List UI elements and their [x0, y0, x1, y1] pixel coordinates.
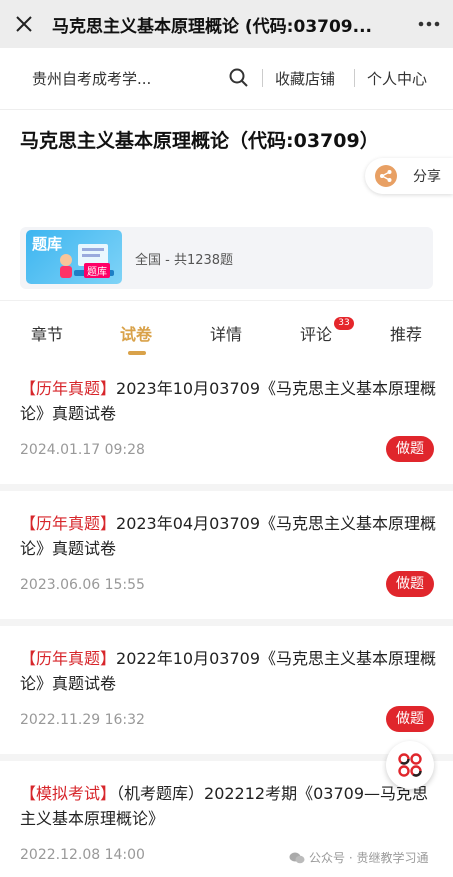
paper-date: 2024.01.17 09:28	[20, 442, 145, 458]
product-thumbnail: 题库 题库	[26, 230, 122, 284]
tab-comments[interactable]: 评论	[300, 321, 332, 345]
search-icon[interactable]	[228, 67, 250, 89]
shop-name[interactable]: 贵州自考成考学...	[32, 68, 151, 89]
paper-title: 【历年真题】2023年04月03709《马克思主义基本原理概论》真题试卷	[20, 511, 436, 561]
list-item[interactable]: 【历年真题】2022年10月03709《马克思主义基本原理概论》真题试卷 202…	[0, 626, 453, 754]
active-tab-indicator	[128, 351, 146, 355]
start-practice-button[interactable]: 做题	[386, 706, 434, 732]
paper-tag: 【历年真题】	[20, 649, 117, 668]
tab-chapters[interactable]: 章节	[31, 321, 63, 345]
floating-menu-button[interactable]	[386, 741, 434, 789]
personal-center-link[interactable]: 个人中心	[367, 68, 427, 89]
shop-bar: 贵州自考成考学... 收藏店铺 个人中心	[0, 48, 453, 110]
divider	[262, 69, 263, 87]
grid-icon	[398, 753, 422, 777]
favorite-shop-link[interactable]: 收藏店铺	[275, 68, 335, 89]
share-button[interactable]: 分享	[365, 158, 453, 194]
start-practice-button[interactable]: 做题	[386, 436, 434, 462]
title-bar: 马克思主义基本原理概论 (代码:03709...	[0, 0, 453, 48]
watermark-text: 公众号 · 贵继教学习通	[309, 851, 429, 865]
paper-title: 【历年真题】2023年10月03709《马克思主义基本原理概论》真题试卷	[20, 376, 436, 426]
paper-tag: 【模拟考试】	[20, 784, 117, 803]
product-info: 马克思主义基本原理概论（代码:03709） 分享 题库 题库 全国 - 共123…	[0, 110, 453, 300]
tab-bar: 章节 试卷 详情 评论 33 推荐	[0, 300, 453, 360]
start-practice-button[interactable]: 做题	[386, 571, 434, 597]
tab-details[interactable]: 详情	[210, 321, 242, 345]
thumbnail-badge: 题库	[84, 263, 110, 278]
divider	[354, 69, 355, 87]
tab-recommend[interactable]: 推荐	[390, 321, 422, 345]
share-icon	[375, 165, 397, 187]
product-meta: 全国 - 共1238题	[135, 253, 234, 268]
paper-tag: 【历年真题】	[20, 379, 117, 398]
list-item[interactable]: 【历年真题】2023年04月03709《马克思主义基本原理概论》真题试卷 202…	[0, 491, 453, 619]
paper-title: 【模拟考试】（机考题库）202212考期《03709—马克思主义基本原理概论》	[20, 781, 436, 831]
page: 贵州自考成考学... 收藏店铺 个人中心 马克思主义基本原理概论（代码:0370…	[0, 48, 453, 877]
comment-count-badge: 33	[334, 317, 354, 330]
close-icon[interactable]	[0, 0, 48, 48]
paper-title: 【历年真题】2022年10月03709《马克思主义基本原理概论》真题试卷	[20, 646, 436, 696]
window-title: 马克思主义基本原理概论 (代码:03709...	[52, 16, 373, 37]
list-item[interactable]: 【历年真题】2023年10月03709《马克思主义基本原理概论》真题试卷 202…	[0, 356, 453, 484]
paper-date: 2023.06.06 15:55	[20, 577, 145, 593]
wechat-icon	[289, 852, 305, 864]
paper-date: 2022.12.08 14:00	[20, 847, 145, 863]
tab-papers[interactable]: 试卷	[120, 321, 152, 345]
watermark: 公众号 · 贵继教学习通	[289, 849, 428, 866]
more-icon[interactable]	[405, 0, 453, 48]
paper-date: 2022.11.29 16:32	[20, 712, 145, 728]
share-label: 分享	[413, 169, 441, 185]
paper-tag: 【历年真题】	[20, 514, 117, 533]
product-card[interactable]: 题库 题库 全国 - 共1238题	[20, 227, 433, 289]
product-title: 马克思主义基本原理概论（代码:03709）	[20, 130, 379, 152]
